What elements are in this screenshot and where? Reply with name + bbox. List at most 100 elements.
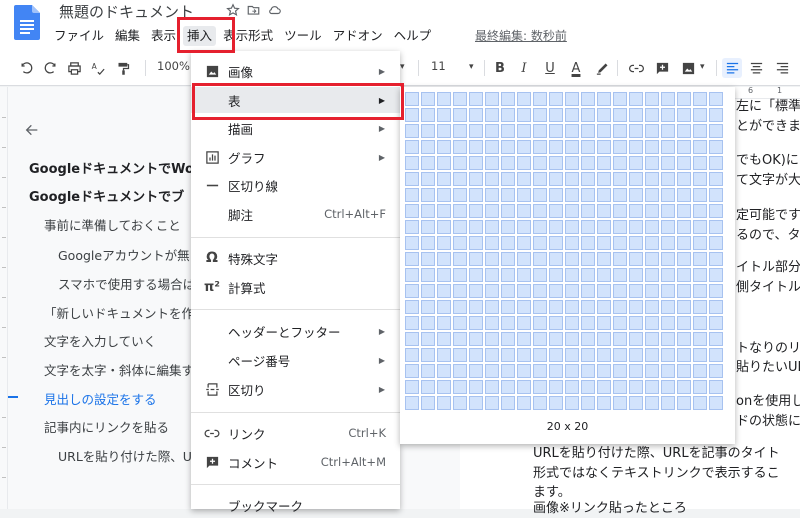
table-grid-cell[interactable] — [421, 188, 435, 202]
table-grid-cell[interactable] — [533, 300, 547, 314]
table-grid-cell[interactable] — [549, 332, 563, 346]
table-grid-cell[interactable] — [517, 268, 531, 282]
table-grid-cell[interactable] — [485, 396, 499, 410]
menu-view[interactable]: 表示 — [147, 26, 180, 46]
table-grid-cell[interactable] — [453, 332, 467, 346]
table-grid-cell[interactable] — [501, 124, 515, 138]
table-grid-cell[interactable] — [645, 364, 659, 378]
table-grid-cell[interactable] — [597, 300, 611, 314]
outline-item[interactable]: 「新しいドキュメントを作 — [44, 303, 194, 322]
table-grid-cell[interactable] — [405, 124, 419, 138]
table-grid-cell[interactable] — [709, 364, 723, 378]
table-grid-cell[interactable] — [661, 252, 675, 266]
table-grid-cell[interactable] — [629, 396, 643, 410]
table-grid-cell[interactable] — [485, 156, 499, 170]
table-grid-cell[interactable] — [581, 236, 595, 250]
table-grid-cell[interactable] — [501, 332, 515, 346]
table-grid-cell[interactable] — [709, 236, 723, 250]
table-grid-cell[interactable] — [581, 108, 595, 122]
table-grid-cell[interactable] — [549, 284, 563, 298]
table-grid-cell[interactable] — [565, 252, 579, 266]
table-grid-cell[interactable] — [661, 380, 675, 394]
table-grid-cell[interactable] — [437, 300, 451, 314]
doc-text-line[interactable]: とができま — [736, 115, 800, 134]
table-grid-cell[interactable] — [581, 188, 595, 202]
table-grid-cell[interactable] — [581, 220, 595, 234]
table-grid-cell[interactable] — [437, 316, 451, 330]
table-grid-cell[interactable] — [677, 124, 691, 138]
table-grid-cell[interactable] — [421, 172, 435, 186]
align-right-icon[interactable] — [772, 58, 792, 78]
table-grid-cell[interactable] — [581, 252, 595, 266]
table-grid-cell[interactable] — [517, 380, 531, 394]
table-grid-cell[interactable] — [405, 316, 419, 330]
table-grid-cell[interactable] — [629, 156, 643, 170]
table-grid-cell[interactable] — [533, 284, 547, 298]
table-grid-cell[interactable] — [693, 188, 707, 202]
menu-help[interactable]: ヘルプ — [390, 26, 436, 46]
table-grid-cell[interactable] — [581, 380, 595, 394]
table-grid-cell[interactable] — [597, 188, 611, 202]
table-grid-cell[interactable] — [549, 156, 563, 170]
table-grid-cell[interactable] — [485, 284, 499, 298]
table-grid-cell[interactable] — [693, 124, 707, 138]
table-grid-cell[interactable] — [709, 172, 723, 186]
table-grid-cell[interactable] — [565, 108, 579, 122]
table-grid-cell[interactable] — [613, 188, 627, 202]
table-grid-cell[interactable] — [485, 188, 499, 202]
table-grid-cell[interactable] — [645, 92, 659, 106]
table-grid-cell[interactable] — [421, 156, 435, 170]
table-grid-cell[interactable] — [597, 348, 611, 362]
table-grid-cell[interactable] — [405, 300, 419, 314]
table-grid-cell[interactable] — [581, 92, 595, 106]
table-grid-cell[interactable] — [501, 220, 515, 234]
table-grid-cell[interactable] — [501, 268, 515, 282]
table-grid-cell[interactable] — [661, 92, 675, 106]
table-grid-cell[interactable] — [421, 316, 435, 330]
table-grid-cell[interactable] — [693, 156, 707, 170]
table-grid-cell[interactable] — [613, 204, 627, 218]
table-grid-cell[interactable] — [405, 220, 419, 234]
table-grid-cell[interactable] — [437, 348, 451, 362]
table-grid-cell[interactable] — [629, 220, 643, 234]
table-grid-cell[interactable] — [469, 396, 483, 410]
table-grid-cell[interactable] — [613, 300, 627, 314]
table-grid-cell[interactable] — [485, 332, 499, 346]
table-grid-cell[interactable] — [437, 236, 451, 250]
table-grid-cell[interactable] — [421, 396, 435, 410]
table-grid-cell[interactable] — [485, 348, 499, 362]
table-grid-cell[interactable] — [437, 172, 451, 186]
table-grid-cell[interactable] — [533, 316, 547, 330]
table-grid-cell[interactable] — [549, 364, 563, 378]
table-grid-cell[interactable] — [469, 252, 483, 266]
table-grid-cell[interactable] — [661, 316, 675, 330]
table-grid-cell[interactable] — [581, 156, 595, 170]
table-grid-cell[interactable] — [469, 364, 483, 378]
table-grid-cell[interactable] — [661, 156, 675, 170]
table-grid-cell[interactable] — [565, 348, 579, 362]
table-grid-cell[interactable] — [677, 332, 691, 346]
table-grid-cell[interactable] — [629, 284, 643, 298]
table-grid-cell[interactable] — [453, 108, 467, 122]
table-grid-cell[interactable] — [597, 380, 611, 394]
table-grid-cell[interactable] — [533, 252, 547, 266]
table-grid-cell[interactable] — [549, 140, 563, 154]
table-grid-cell[interactable] — [469, 284, 483, 298]
table-grid-cell[interactable] — [549, 300, 563, 314]
table-grid-cell[interactable] — [517, 396, 531, 410]
table-grid-cell[interactable] — [549, 396, 563, 410]
table-grid-cell[interactable] — [693, 380, 707, 394]
table-grid-cell[interactable] — [565, 396, 579, 410]
outline-item[interactable]: 記事内にリンクを貼る — [44, 417, 169, 436]
table-grid-cell[interactable] — [405, 284, 419, 298]
table-grid-cell[interactable] — [581, 364, 595, 378]
table-grid-cell[interactable] — [629, 92, 643, 106]
table-grid-cell[interactable] — [533, 156, 547, 170]
table-grid-cell[interactable] — [421, 92, 435, 106]
table-grid-cell[interactable] — [565, 220, 579, 234]
table-grid-cell[interactable] — [597, 396, 611, 410]
table-grid-cell[interactable] — [517, 92, 531, 106]
table-grid-cell[interactable] — [549, 124, 563, 138]
insert-equation-item[interactable]: π² 計算式 — [191, 274, 400, 300]
table-grid-cell[interactable] — [549, 316, 563, 330]
